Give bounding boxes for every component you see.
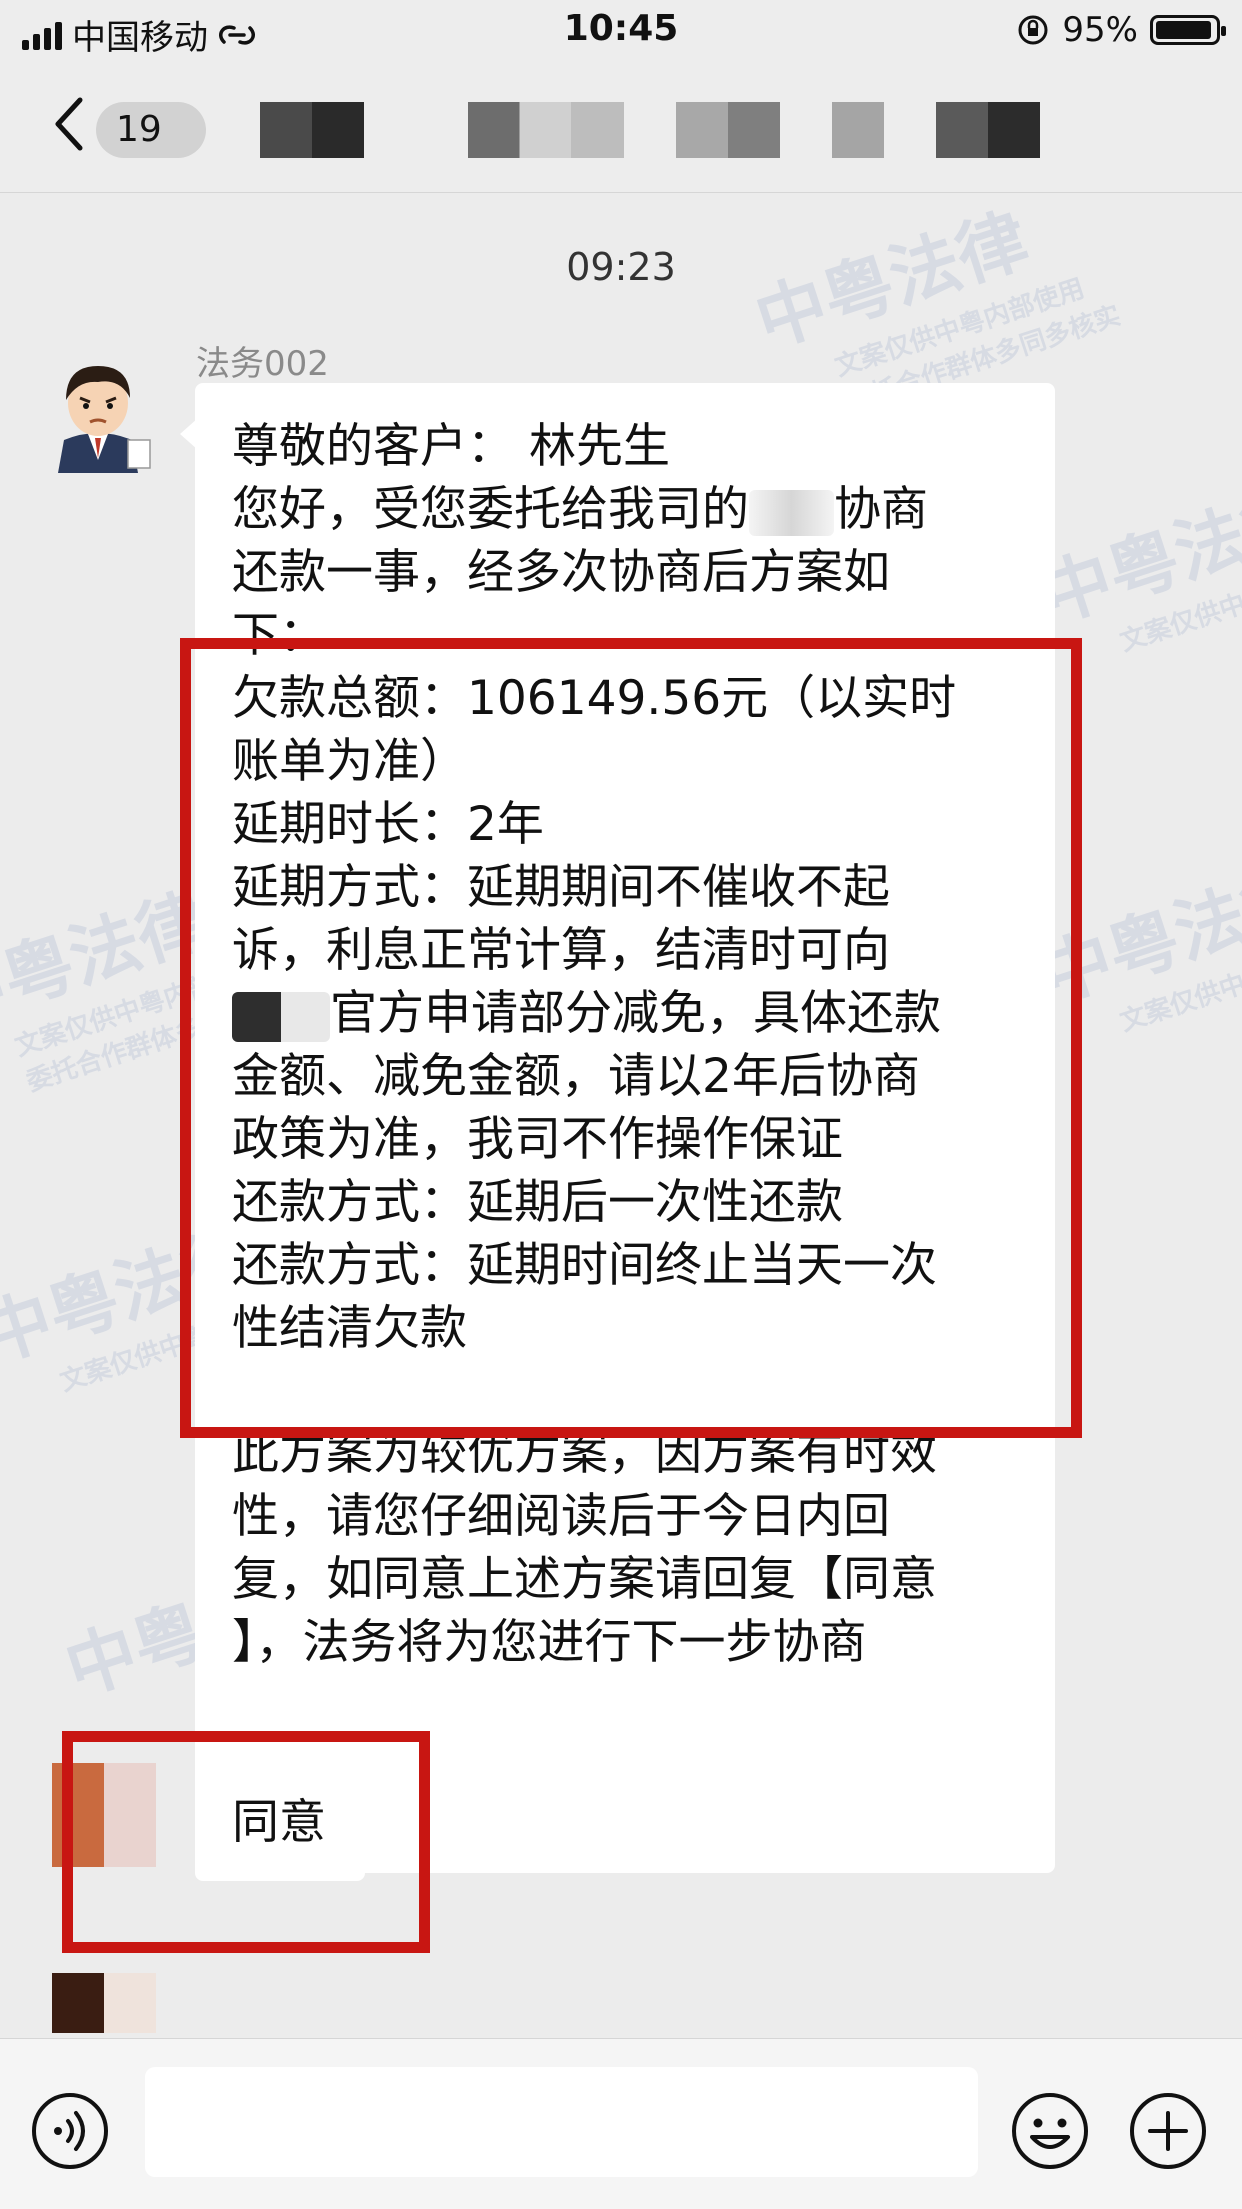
back-icon[interactable] xyxy=(42,94,102,154)
message-line: 尊敬的客户： 林先生 xyxy=(232,419,670,474)
redacted-chat-title xyxy=(468,102,624,158)
redacted-chat-title xyxy=(832,102,884,158)
outro-line: 性，请您仔细阅读后于今日内回 xyxy=(232,1489,890,1544)
highlight-box-reply xyxy=(62,1731,430,1953)
message-input[interactable] xyxy=(145,2067,978,2177)
redacted-chat-title xyxy=(260,102,364,158)
chat-area[interactable]: 中粤法律 文案仅供中粤内部使用 委托合作群体多同多核实 中粤法律 文案仅供中粤内… xyxy=(0,193,1242,2038)
redacted-chat-title xyxy=(676,102,780,158)
voice-icon[interactable] xyxy=(30,2091,110,2171)
sender-avatar[interactable] xyxy=(36,348,161,473)
battery-icon xyxy=(1150,15,1226,45)
next-avatar[interactable] xyxy=(52,1973,156,2033)
input-bar xyxy=(0,2038,1242,2209)
outro-line: 】，法务将为您进行下一步协商 xyxy=(232,1615,867,1670)
message-line: 协商 xyxy=(834,482,928,537)
status-bar: 中国移动 10:45 95% xyxy=(0,0,1242,62)
plus-icon[interactable] xyxy=(1128,2091,1208,2171)
highlight-box-plan xyxy=(180,638,1082,1438)
sender-name: 法务002 xyxy=(196,344,329,384)
unread-count-badge[interactable]: 19 xyxy=(96,102,206,158)
redacted-chat-title xyxy=(936,102,1040,158)
chat-header: 19 xyxy=(0,62,1242,193)
message-line: 还款一事，经多次协商后方案如 xyxy=(232,545,890,600)
rotation-lock-icon xyxy=(1018,15,1048,45)
outro-line: 复，如同意上述方案请回复【同意 xyxy=(232,1552,937,1607)
message-timestamp: 09:23 xyxy=(566,245,676,289)
message-line: 您好，受您委托给我司的 xyxy=(232,482,749,537)
redacted-name xyxy=(749,489,834,536)
battery-percent: 95% xyxy=(1062,10,1138,50)
emoji-icon[interactable] xyxy=(1010,2091,1090,2171)
